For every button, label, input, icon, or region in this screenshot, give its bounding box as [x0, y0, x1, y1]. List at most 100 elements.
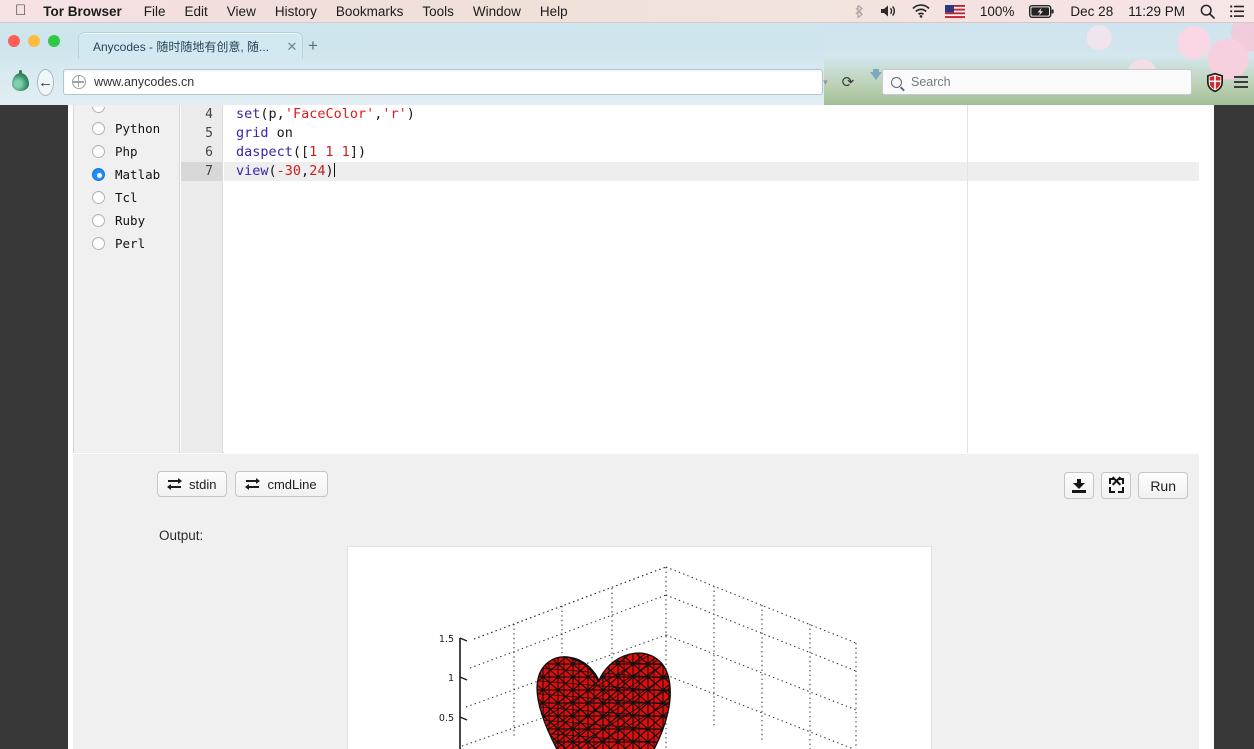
minimize-window-button[interactable] — [28, 35, 40, 47]
menubar-date: Dec 28 — [1070, 3, 1114, 19]
language-option-php[interactable]: Php — [74, 140, 179, 163]
menu-item-window[interactable]: Window — [473, 4, 521, 19]
radio-button[interactable] — [92, 191, 105, 204]
battery-charging-icon[interactable] — [1029, 4, 1055, 18]
swap-arrows-icon — [245, 478, 261, 490]
editor-action-bar: stdin cmdLine Run — [73, 454, 1199, 512]
print-margin-ruler — [967, 105, 968, 453]
language-option-tcl[interactable]: Tcl — [74, 186, 179, 209]
menu-item-bookmarks[interactable]: Bookmarks — [336, 4, 404, 19]
hamburger-line — [1234, 86, 1248, 88]
language-label: Perl — [115, 236, 146, 251]
menubar-time: 11:29 PM — [1128, 3, 1185, 19]
language-selector-list: Python Php Matlab Tcl Ruby Perl — [74, 105, 180, 453]
code-line-6[interactable]: daspect([1 1 1]) — [224, 143, 1199, 162]
line-number: 4 — [205, 107, 213, 122]
input-buttons-group: stdin cmdLine — [157, 471, 328, 497]
back-button[interactable]: ← — [37, 68, 55, 96]
download-arrow-icon[interactable] — [866, 69, 883, 93]
zoom-window-button[interactable] — [48, 35, 60, 47]
text-cursor — [333, 163, 335, 177]
menu-item-view[interactable]: View — [227, 4, 256, 19]
radio-button[interactable] — [92, 214, 105, 227]
apple-logo-icon[interactable]:  — [15, 3, 26, 18]
menu-item-edit[interactable]: Edit — [185, 4, 208, 19]
menu-item-tools[interactable]: Tools — [422, 4, 454, 19]
url-dropdown-icon[interactable]: ▾ — [823, 77, 828, 88]
radio-button[interactable] — [92, 122, 105, 135]
matlab-3d-surface-plot: 1.5 1 0.5 — [348, 547, 931, 749]
hamburger-line — [1234, 81, 1248, 83]
noscript-shield-icon[interactable] — [1206, 72, 1224, 93]
download-button[interactable] — [1064, 472, 1095, 499]
window-controls — [8, 35, 60, 47]
radio-button[interactable] — [92, 107, 105, 113]
output-plot-container: 1.5 1 0.5 — [347, 546, 932, 749]
mac-menu-bar:  Tor Browser File Edit View History Boo… — [0, 0, 1254, 23]
browser-chrome: Anycodes - 随时随地有创意, 随... ✕ + ▼ ← www.any… — [0, 23, 1254, 105]
menu-item-file[interactable]: File — [144, 4, 166, 19]
search-placeholder: Search — [911, 75, 951, 89]
browser-tab[interactable]: Anycodes - 随时随地有创意, 随... ✕ — [78, 32, 303, 59]
fullscreen-icon — [1108, 476, 1124, 493]
radio-button-selected[interactable] — [92, 168, 105, 181]
output-section: Output: 1.5 1 0.5 — [73, 512, 1199, 749]
z-tick-label: 1 — [448, 673, 454, 684]
radio-button[interactable] — [92, 237, 105, 250]
reload-button[interactable]: ⟳ — [842, 75, 855, 90]
run-button[interactable]: Run — [1138, 472, 1188, 499]
language-option-matlab[interactable]: Matlab — [74, 163, 179, 186]
language-option-ruby[interactable]: Ruby — [74, 209, 179, 232]
search-input[interactable]: Search — [882, 69, 1192, 95]
code-editor-panel: Python Php Matlab Tcl Ruby Perl 4 5 6 7 … — [73, 105, 1199, 453]
menu-item-history[interactable]: History — [275, 4, 317, 19]
stdin-button[interactable]: stdin — [157, 471, 228, 497]
url-text: www.anycodes.cn — [94, 75, 195, 89]
tor-onion-icon[interactable] — [10, 70, 29, 93]
close-window-button[interactable] — [8, 35, 20, 47]
bluetooth-icon[interactable] — [855, 4, 865, 19]
download-head — [870, 72, 883, 80]
wifi-icon[interactable] — [912, 4, 930, 18]
volume-icon[interactable] — [880, 4, 897, 18]
code-line-5[interactable]: grid on — [224, 124, 1199, 143]
tab-title: Anycodes - 随时随地有创意, 随... — [93, 39, 270, 54]
globe-favicon-icon — [72, 75, 87, 89]
right-dark-margin — [1214, 105, 1254, 749]
left-dark-margin — [0, 105, 68, 749]
language-option-perl[interactable]: Perl — [74, 232, 179, 255]
language-option-python[interactable]: Python — [74, 117, 179, 140]
navigation-toolbar: ▼ ← www.anycodes.cn ▾ ⟳ Search — [0, 59, 1254, 105]
language-label: Php — [115, 144, 138, 159]
line-number: 5 — [205, 126, 213, 141]
fullscreen-button[interactable] — [1101, 472, 1132, 499]
code-text-area[interactable]: set(p,'FaceColor','r') grid on daspect([… — [224, 105, 1199, 453]
tab-bar: Anycodes - 随时随地有创意, 随... ✕ + — [0, 23, 1254, 59]
cmdline-button[interactable]: cmdLine — [235, 471, 328, 497]
hamburger-menu-icon[interactable] — [1234, 76, 1248, 88]
z-tick-label: 0.5 — [439, 713, 454, 724]
page-viewport: Python Php Matlab Tcl Ruby Perl 4 5 6 7 … — [0, 105, 1254, 749]
new-tab-button[interactable]: + — [308, 37, 318, 54]
swap-arrows-icon — [167, 478, 183, 490]
notification-center-icon[interactable] — [1230, 4, 1244, 18]
z-tick-label: 1.5 — [439, 634, 454, 645]
stdin-label: stdin — [189, 476, 217, 492]
menu-item-help[interactable]: Help — [540, 4, 568, 19]
menu-item-tor-browser[interactable]: Tor Browser — [43, 4, 122, 19]
language-label: Tcl — [115, 190, 138, 205]
language-option-partial[interactable] — [74, 107, 179, 117]
radio-button[interactable] — [92, 145, 105, 158]
line-number: 6 — [205, 145, 213, 160]
us-flag-icon[interactable] — [944, 4, 965, 18]
language-label: Ruby — [115, 213, 146, 228]
close-tab-icon[interactable]: ✕ — [282, 40, 302, 53]
cmdline-label: cmdLine — [267, 476, 317, 492]
download-icon — [1072, 478, 1087, 493]
spotlight-search-icon[interactable] — [1200, 4, 1215, 19]
output-label: Output: — [159, 528, 204, 543]
search-icon — [891, 76, 902, 88]
code-line-4[interactable]: set(p,'FaceColor','r') — [224, 105, 1199, 124]
code-line-7[interactable]: view(-30,24) — [224, 162, 1199, 181]
url-bar[interactable]: www.anycodes.cn — [63, 69, 824, 95]
